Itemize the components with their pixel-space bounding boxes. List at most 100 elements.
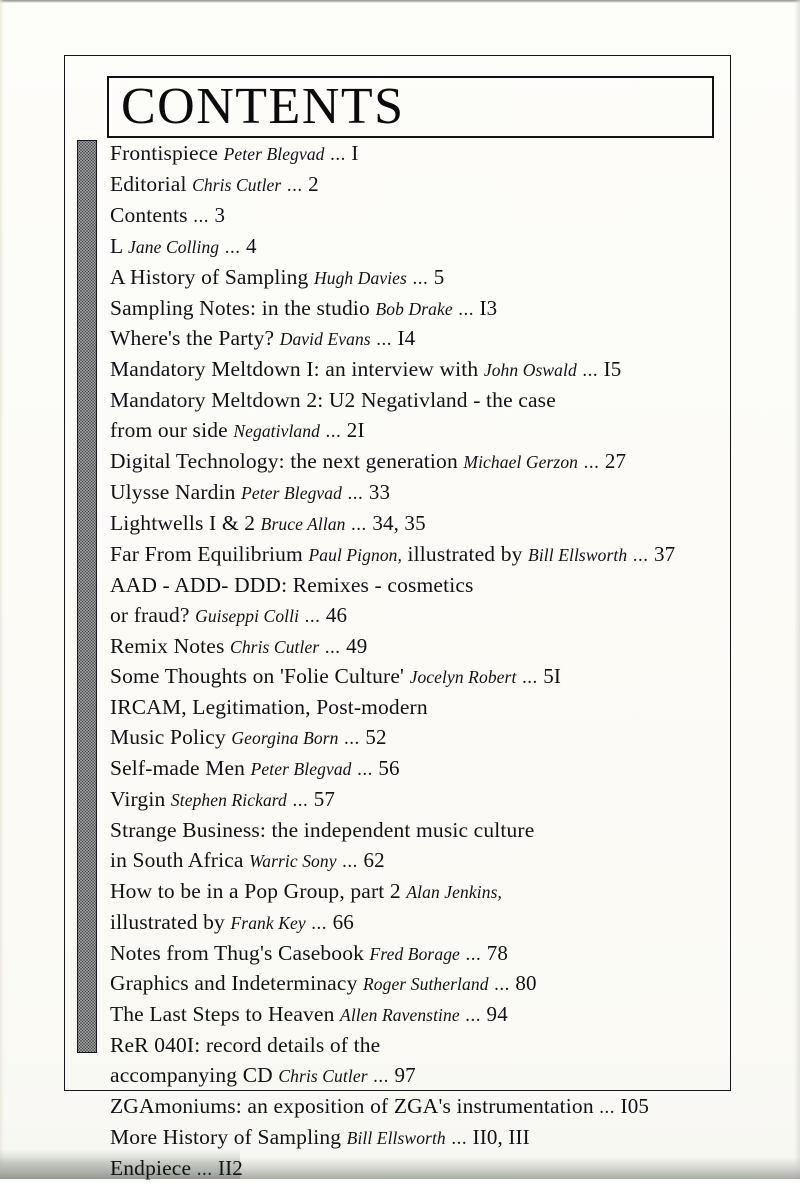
toc-entry[interactable]: AAD - ADD- DDD: Remixes - cosmetics [110,571,710,601]
toc-entry-title: accompanying CD [110,1063,273,1088]
toc-entry-page-number: 56 [378,756,400,781]
toc-entry-page-number: 80 [515,971,537,996]
toc-entry[interactable]: Self-made Men Peter Blegvad ... 56 [110,754,710,785]
toc-entry-author: David Evans [279,329,371,350]
toc-entry-page-number: I3 [479,295,498,320]
toc-entry-page-number: 27 [604,449,627,474]
toc-entry-title: Strange Business: the independent music … [110,817,535,842]
toc-entry[interactable]: Sampling Notes: in the studio Bob Drake … [110,294,710,325]
toc-entry[interactable]: from our side Negativland ... 2I [110,416,710,447]
toc-entry[interactable]: Mandatory Meltdown 2: U2 Negativland - t… [110,386,710,416]
toc-entry-author: Jocelyn Robert [409,667,517,688]
toc-entry-page-number: I [351,141,359,165]
toc-entry[interactable]: L Jane Colling ... 4 [110,232,710,263]
toc-entry[interactable]: Endpiece ... II2 [110,1154,710,1185]
scan-edge-top [0,0,800,3]
toc-leader-dots: ... [582,360,599,382]
toc-entry-page-number: 57 [313,787,336,812]
toc-leader-dots: ... [599,1097,616,1119]
toc-entry[interactable]: Virgin Stephen Rickard ... 57 [110,785,710,816]
scanned-page-surface: CONTENTS Frontispiece Peter Blegvad ... … [0,0,800,1180]
toc-leader-dots: ... [465,943,482,965]
toc-entry[interactable]: Far From Equilibrium Paul Pignon, illust… [110,540,710,571]
toc-leader-dots: ... [196,1158,213,1180]
toc-entry-title: or fraud? [110,602,190,627]
toc-entry-title: Sampling Notes: in the studio [110,295,370,320]
toc-entry-title: Digital Technology: the next generation [110,449,458,474]
toc-entry[interactable]: Ulysse Nardin Peter Blegvad ... 33 [110,478,710,509]
toc-entry[interactable]: illustrated by Frank Key ... 66 [110,908,710,939]
toc-entry-title: AAD - ADD- DDD: Remixes - cosmetics [110,572,474,597]
toc-entry[interactable]: A History of Sampling Hugh Davies ... 5 [110,263,710,294]
toc-entry[interactable]: IRCAM, Legitimation, Post-modern [110,693,710,723]
toc-entry-author: Allen Ravenstine [340,1005,460,1026]
toc-leader-dots: ... [412,267,429,289]
toc-entry-author: Peter Blegvad [223,144,325,164]
toc-entry[interactable]: Lightwells I & 2 Bruce Allan ... 34, 35 [110,509,710,540]
toc-entry-author: John Oswald [483,360,577,381]
toc-leader-dots: ... [373,1066,389,1088]
toc-entry-title: More History of Sampling [110,1125,342,1149]
toc-entry-author: Roger Sutherland [363,974,489,995]
toc-entry-page-number: II2 [218,1155,243,1180]
toc-entry[interactable]: Where's the Party? David Evans ... I4 [110,324,710,355]
toc-entry-title: Self-made Men [110,756,246,781]
contents-title-box: CONTENTS [107,76,714,138]
toc-entry-author: Michael Gerzon [463,452,579,473]
toc-entry[interactable]: Notes from Thug's Casebook Fred Borage .… [110,939,710,970]
toc-entry[interactable]: Some Thoughts on 'Folie Culture' Jocelyn… [110,662,710,693]
toc-entry-author: Fred Borage [369,943,460,964]
toc-entry[interactable]: Music Policy Georgina Born ... 52 [110,723,710,754]
toc-entry-page-number: I4 [397,326,416,351]
toc-entry[interactable]: accompanying CD Chris Cutler ... 97 [110,1061,710,1092]
toc-entry[interactable]: Digital Technology: the next generation … [110,447,710,478]
toc-entry-page-number: 3 [214,202,226,227]
toc-entry-title: Remix Notes [110,633,225,658]
toc-entry-author: Alan Jenkins, [406,881,502,902]
toc-leader-dots: ... [465,1005,482,1027]
toc-entry-page-number: 52 [365,725,387,750]
toc-entry-title: ZGAmoniums: an exposition of ZGA's instr… [110,1094,594,1119]
toc-entry-credit-connector: illustrated by [407,541,523,566]
toc-leader-dots: ... [494,974,510,996]
toc-leader-dots: ... [521,667,538,689]
toc-entry-title: The Last Steps to Heaven [110,1002,335,1027]
toc-leader-dots: ... [451,1128,468,1149]
toc-entry-title: Mandatory Meltdown 2: U2 Negativland - t… [110,388,556,413]
toc-entry-title: How to be in a Pop Group, part 2 [110,878,401,903]
toc-entry[interactable]: Contents ... 3 [110,201,710,232]
toc-entry-author: Negativland [233,421,320,442]
toc-entry-author: Bruce Allan [260,513,346,534]
toc-entry[interactable]: in South Africa Warric Sony ... 62 [110,846,710,877]
toc-leader-dots: ... [324,636,341,658]
toc-entry[interactable]: How to be in a Pop Group, part 2 Alan Je… [110,877,710,908]
toc-entry-title: Endpiece [110,1155,192,1180]
toc-entry[interactable]: More History of Sampling Bill Ellsworth … [110,1123,710,1154]
toc-entry[interactable]: Editorial Chris Cutler ... 2 [110,170,710,201]
toc-entry-title: Virgin [110,787,166,812]
toc-entry-title: Mandatory Meltdown I: an interview with [110,357,479,382]
toc-leader-dots: ... [376,329,392,351]
scan-edge-left [0,0,4,1179]
toc-entry[interactable]: ReR 040I: record details of the [110,1031,710,1061]
toc-entry-page-number: 33 [368,479,391,504]
toc-entry[interactable]: ZGAmoniums: an exposition of ZGA's instr… [110,1092,710,1123]
toc-entry[interactable]: The Last Steps to Heaven Allen Ravenstin… [110,1000,710,1031]
toc-entry[interactable]: Mandatory Meltdown I: an interview with … [110,355,710,386]
toc-entry[interactable]: Strange Business: the independent music … [110,816,710,846]
toc-entry-title: illustrated by [110,909,225,934]
decorative-stippled-rule [77,140,97,1053]
toc-entry[interactable]: Graphics and Indeterminacy Roger Sutherl… [110,969,710,1000]
toc-entry-page-number: 78 [486,940,509,965]
toc-entry-page-number: 2I [346,418,365,443]
toc-entry[interactable]: or fraud? Guiseppi Colli ... 46 [110,601,710,632]
toc-entry-title: Contents [110,202,188,227]
toc-entry[interactable]: Frontispiece Peter Blegvad ... I [110,139,710,170]
toc-entry-title: Frontispiece [110,141,219,165]
toc-leader-dots: ... [311,912,328,934]
toc-leader-dots: ... [347,482,364,504]
toc-entry[interactable]: Remix Notes Chris Cutler ... 49 [110,632,710,663]
toc-entry-author: Chris Cutler [278,1066,368,1087]
toc-leader-dots: ... [304,605,321,627]
toc-leader-dots: ... [458,298,474,320]
